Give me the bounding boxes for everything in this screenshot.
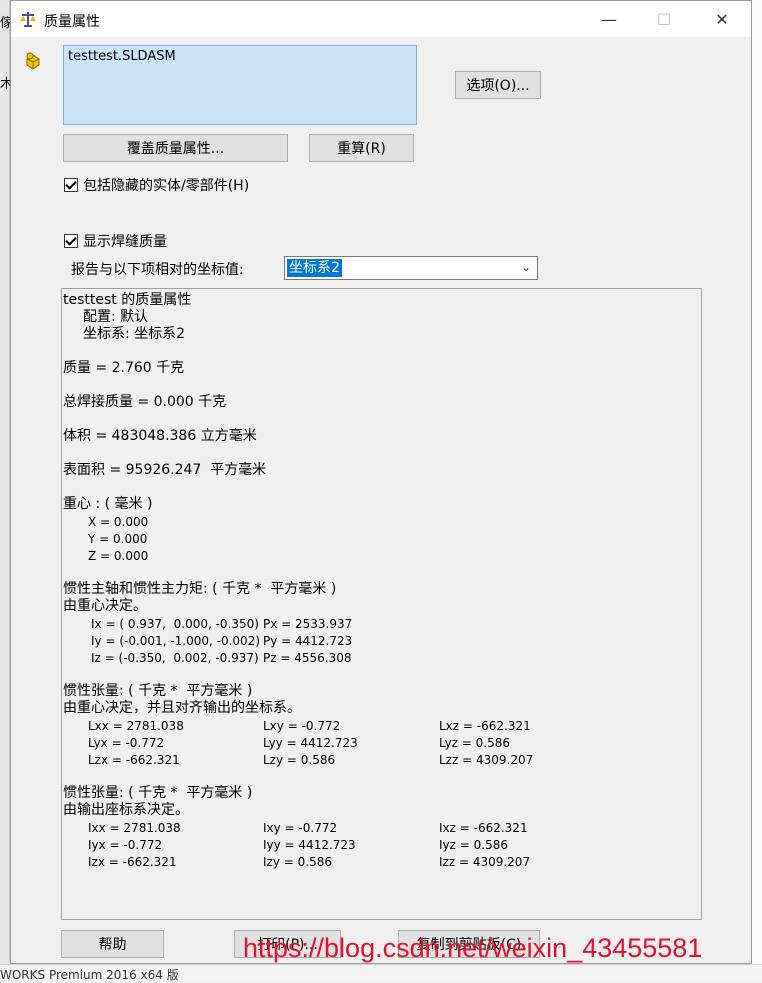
show-weld-mass-label: 显示焊缝质量: [83, 234, 167, 250]
background-window-edge: 傢 木: [0, 0, 13, 980]
background-status-bar: WORKS Premium 2016 x64 版: [0, 964, 762, 982]
report-mass: 质量 = 2.760 千克: [63, 360, 185, 376]
tensor1-cell: Lyy = 4412.723: [263, 736, 358, 750]
mass-properties-dialog: 质量属性 — ☐ ✕ testtest.SLDASM 选项(O)... 覆盖质量…: [10, 0, 752, 964]
tensor2-cell: Ixy = -0.772: [263, 821, 338, 835]
report-principal-axis-z: Iz = (-0.350, 0.002, -0.937): [91, 651, 259, 665]
selected-item[interactable]: testtest.SLDASM: [68, 49, 176, 64]
selected-items-list[interactable]: testtest.SLDASM: [63, 45, 417, 125]
report-principal-axis-x: Ix = ( 0.937, 0.000, -0.350): [91, 617, 259, 631]
tensor2-cell: Izz = 4309.207: [439, 855, 531, 869]
tensor1-cell: Lyx = -0.772: [88, 736, 165, 750]
coordinate-system-value: 坐标系2: [287, 259, 342, 277]
report-principal-axis-y: Iy = (-0.001, -1.000, -0.002): [91, 634, 260, 648]
close-button[interactable]: ✕: [699, 1, 745, 37]
report-principal-sub: 由重心决定。: [63, 598, 147, 614]
scale-icon: [20, 12, 36, 27]
component-icon: [26, 52, 40, 70]
report-header: testtest 的质量属性: [63, 292, 192, 308]
tensor2-cell: Iyy = 4412.723: [263, 838, 356, 852]
include-hidden-checkbox[interactable]: 包括隐藏的实体/零部件(H): [64, 175, 249, 195]
report-principal-pz: Pz = 4556.308: [263, 651, 352, 665]
mass-properties-report[interactable]: testtest 的质量属性 配置: 默认 坐标系: 坐标系2 质量 = 2.7…: [61, 288, 702, 920]
report-coordinate-label: 报告与以下项相对的坐标值:: [71, 262, 244, 278]
checkbox-checked-icon[interactable]: [64, 234, 78, 248]
report-tensor1-title: 惯性张量: ( 千克 * 平方毫米 ): [63, 683, 253, 699]
tensor2-cell: Ixx = 2781.038: [88, 821, 181, 835]
tensor1-cell: Lxz = -662.321: [439, 719, 531, 733]
background-window-right: [752, 0, 762, 980]
report-cog-y: Y = 0.000: [88, 532, 148, 546]
tensor2-cell: Iyx = -0.772: [88, 838, 163, 852]
report-tensor2-title: 惯性张量: ( 千克 * 平方毫米 ): [63, 785, 253, 801]
maximize-button[interactable]: ☐: [641, 1, 687, 37]
report-surface-area: 表面积 = 95926.247 平方毫米: [63, 462, 267, 478]
report-principal-py: Py = 4412.723: [263, 634, 353, 648]
report-cog-z: Z = 0.000: [88, 549, 149, 563]
chevron-down-icon[interactable]: ⌄: [521, 260, 531, 274]
tensor1-cell: Lxx = 2781.038: [88, 719, 184, 733]
override-mass-properties-button[interactable]: 覆盖质量属性...: [63, 134, 288, 162]
report-weld-mass: 总焊接质量 = 0.000 千克: [63, 394, 227, 410]
report-coord: 坐标系: 坐标系2: [83, 326, 186, 342]
report-tensor1-sub: 由重心决定，并且对齐输出的坐标系。: [63, 700, 301, 716]
checkbox-checked-icon[interactable]: [64, 178, 78, 192]
show-weld-mass-checkbox[interactable]: 显示焊缝质量: [64, 231, 167, 251]
tensor1-cell: Lzy = 0.586: [263, 753, 336, 767]
tensor2-cell: Iyz = 0.586: [439, 838, 508, 852]
report-principal-px: Px = 2533.937: [263, 617, 353, 631]
dialog-title: 质量属性: [44, 14, 100, 30]
minimize-button[interactable]: —: [586, 1, 632, 37]
tensor2-cell: Izy = 0.586: [263, 855, 332, 869]
coordinate-system-select[interactable]: 坐标系2 ⌄: [284, 256, 538, 280]
title-bar: 质量属性 — ☐ ✕: [11, 1, 751, 37]
background-status-text: WORKS Premium 2016 x64 版: [0, 968, 179, 982]
recalculate-button[interactable]: 重算(R): [309, 134, 414, 162]
watermark-url: https://blog.csdn.net/weixin_43455581: [243, 933, 703, 963]
report-principal-title: 惯性主轴和惯性主力矩: ( 千克 * 平方毫米 ): [63, 581, 337, 597]
tensor1-cell: Lzz = 4309.207: [439, 753, 534, 767]
help-button[interactable]: 帮助: [61, 930, 164, 958]
report-cog-title: 重心 : ( 毫米 ): [63, 496, 153, 512]
tensor1-cell: Lyz = 0.586: [439, 736, 511, 750]
tensor2-cell: Ixz = -662.321: [439, 821, 528, 835]
tensor1-cell: Lzx = -662.321: [88, 753, 180, 767]
tensor1-cell: Lxy = -0.772: [263, 719, 341, 733]
report-tensor2-sub: 由输出座标系决定。: [63, 802, 189, 818]
report-config: 配置: 默认: [83, 309, 149, 325]
include-hidden-label: 包括隐藏的实体/零部件(H): [83, 178, 250, 194]
report-volume: 体积 = 483048.386 立方毫米: [63, 428, 257, 444]
options-button[interactable]: 选项(O)...: [455, 71, 541, 99]
tensor2-cell: Izx = -662.321: [88, 855, 177, 869]
report-cog-x: X = 0.000: [88, 515, 149, 529]
